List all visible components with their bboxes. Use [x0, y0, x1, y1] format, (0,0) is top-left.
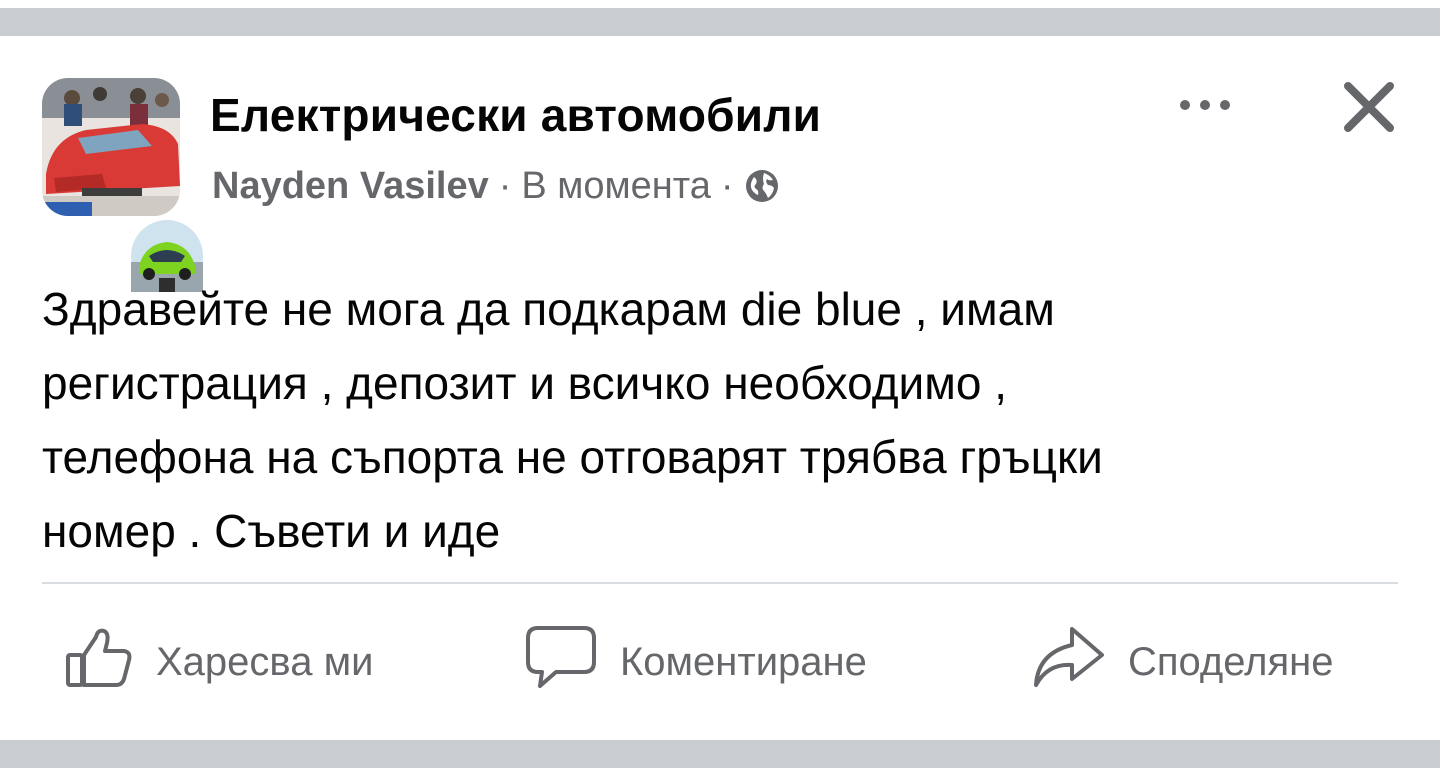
- share-icon: [1030, 623, 1106, 701]
- post-text-line: Здравейте не мога да подкарам die blue ,…: [42, 283, 1055, 335]
- like-label: Харесва ми: [156, 639, 374, 684]
- post-text-line: регистрация , депозит и всичко необходим…: [42, 357, 1008, 409]
- thumbs-up-icon: [62, 625, 134, 699]
- group-photo[interactable]: [42, 78, 180, 216]
- post-text: Здравейте не мога да подкарам die blue ,…: [42, 272, 1382, 568]
- more-options-icon[interactable]: [1172, 90, 1238, 120]
- post-timestamp[interactable]: В момента: [521, 165, 711, 208]
- post-screen: Електрически автомобили Nayden Vasilev ·…: [0, 0, 1440, 772]
- like-button[interactable]: Харесва ми: [62, 620, 373, 704]
- post-text-line: телефона на съпорта не отговарят трябва …: [42, 431, 1103, 483]
- comment-icon: [524, 622, 598, 702]
- comment-label: Коментиране: [620, 639, 867, 684]
- feed-separator-top: [0, 8, 1440, 36]
- post-meta: Nayden Vasilev · В момента ·: [212, 164, 780, 208]
- meta-separator: ·: [498, 164, 512, 207]
- author-name[interactable]: Nayden Vasilev: [212, 165, 489, 208]
- group-avatar[interactable]: [42, 78, 207, 296]
- globe-icon: [744, 168, 780, 204]
- actions-divider: [42, 582, 1398, 584]
- share-button[interactable]: Споделяне: [1030, 620, 1334, 704]
- group-name[interactable]: Електрически автомобили: [210, 88, 821, 142]
- feed-separator-bottom: [0, 740, 1440, 768]
- share-label: Споделяне: [1128, 639, 1334, 684]
- meta-separator: ·: [720, 164, 734, 207]
- comment-button[interactable]: Коментиране: [524, 620, 867, 704]
- close-icon[interactable]: [1334, 72, 1404, 142]
- post-text-line: номер . Съвети и иде: [42, 505, 501, 557]
